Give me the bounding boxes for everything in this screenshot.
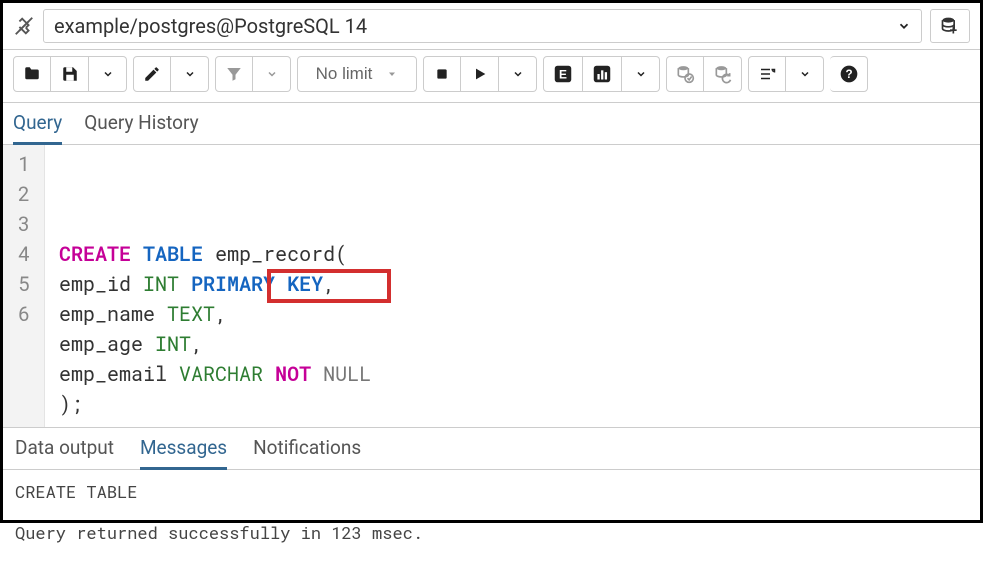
messages-panel: CREATE TABLE Query returned successfully…: [3, 470, 980, 572]
connection-select[interactable]: example/postgres@PostgreSQL 14: [43, 9, 922, 43]
sql-editor[interactable]: 123456 CREATE TABLE emp_record(emp_id IN…: [3, 145, 980, 427]
edit-button[interactable]: [133, 56, 171, 92]
tab-notifications[interactable]: Notifications: [253, 434, 361, 469]
explain-analyze-button[interactable]: [583, 56, 622, 92]
rollback-button[interactable]: [704, 56, 742, 92]
output-tab-bar: Data output Messages Notifications: [3, 427, 980, 470]
query-tab-bar: Query Query History: [3, 103, 980, 145]
execute-dropdown[interactable]: [499, 56, 537, 92]
tab-query-history[interactable]: Query History: [84, 109, 198, 144]
commit-button[interactable]: [666, 56, 704, 92]
filter-dropdown[interactable]: [253, 56, 291, 92]
editor-code[interactable]: CREATE TABLE emp_record(emp_id INT PRIMA…: [45, 145, 371, 427]
stop-button[interactable]: [423, 56, 461, 92]
help-button[interactable]: ?: [830, 56, 868, 92]
explain-dropdown[interactable]: [622, 56, 660, 92]
message-line: CREATE TABLE: [15, 480, 968, 503]
connection-status-icon: [13, 15, 35, 37]
tab-messages[interactable]: Messages: [140, 434, 227, 470]
svg-text:?: ?: [845, 68, 852, 81]
tab-data-output[interactable]: Data output: [15, 434, 114, 469]
toolbar: No limit E ?: [3, 50, 980, 103]
open-file-button[interactable]: [13, 56, 51, 92]
execute-button[interactable]: [461, 56, 499, 92]
save-file-button[interactable]: [51, 56, 89, 92]
editor-gutter: 123456: [3, 145, 45, 427]
message-line: Query returned successfully in 123 msec.: [15, 521, 968, 544]
macros-button[interactable]: [748, 56, 786, 92]
new-connection-button[interactable]: [930, 9, 970, 43]
row-limit-label: No limit: [316, 64, 373, 84]
connection-label: example/postgres@PostgreSQL 14: [54, 14, 367, 38]
save-dropdown[interactable]: [89, 56, 127, 92]
macros-dropdown[interactable]: [786, 56, 824, 92]
tab-query[interactable]: Query: [13, 109, 62, 145]
row-limit-select[interactable]: No limit: [297, 56, 417, 92]
edit-dropdown[interactable]: [171, 56, 209, 92]
chevron-down-icon: [897, 19, 911, 33]
connection-bar: example/postgres@PostgreSQL 14: [3, 3, 980, 50]
svg-text:E: E: [559, 68, 567, 82]
explain-button[interactable]: E: [543, 56, 583, 92]
filter-button[interactable]: [215, 56, 253, 92]
